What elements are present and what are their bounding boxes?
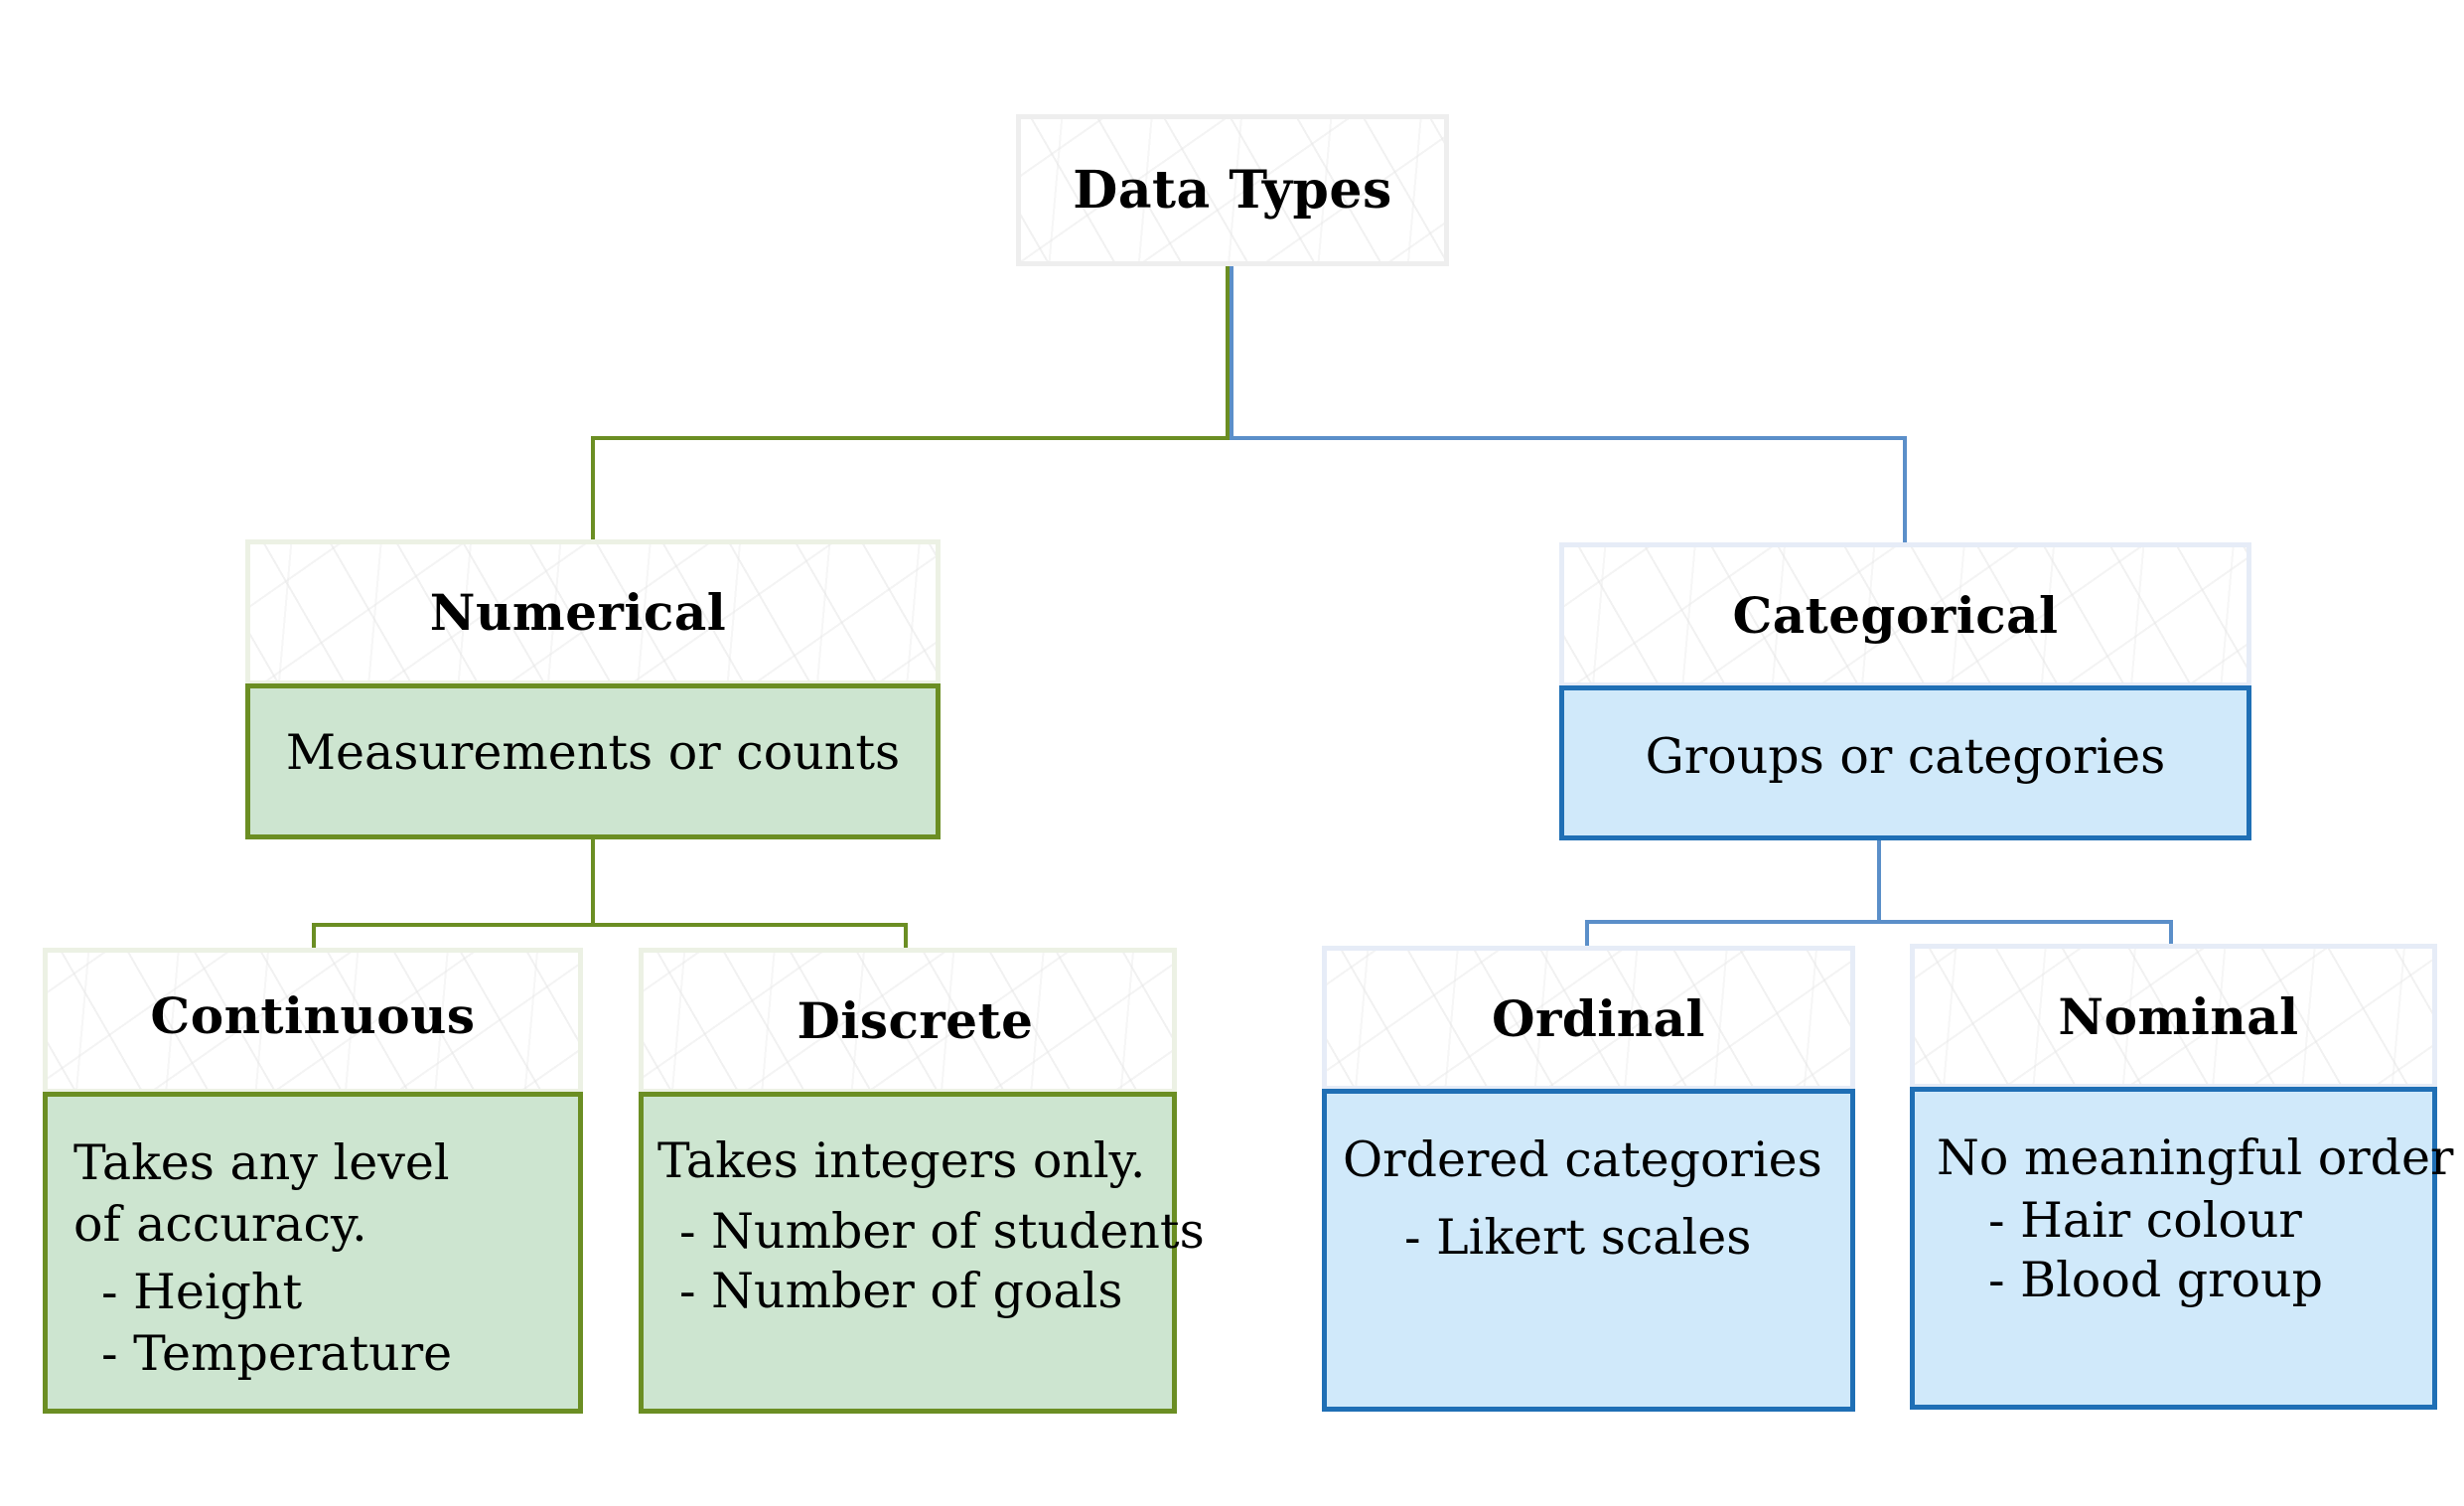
node-continuous-title: Continuous xyxy=(150,986,476,1045)
node-categorical-title: Categorical xyxy=(1732,585,2059,645)
example-item: - Hair colour xyxy=(1988,1192,2302,1249)
node-numerical-body: Measurements or counts xyxy=(245,683,941,839)
node-continuous-description: Takes any level of accuracy. xyxy=(73,1134,450,1253)
node-discrete-description: Takes integers only. xyxy=(657,1132,1146,1189)
node-categorical-body: Groups or categories xyxy=(1559,685,2251,840)
connector-root-horizontal-blue xyxy=(1230,436,1907,440)
node-discrete-header: Discrete xyxy=(639,948,1177,1094)
connector-categorical-drop xyxy=(1903,436,1907,542)
node-numerical-header: Numerical xyxy=(245,539,941,685)
connector-categorical-down xyxy=(1877,839,1881,924)
connector-continuous-drop xyxy=(312,923,316,948)
node-discrete-body: Takes integers only. - Number of student… xyxy=(639,1092,1205,1414)
example-item: - Temperature xyxy=(101,1325,453,1382)
node-categorical-description: Groups or categories xyxy=(1645,728,2166,785)
connector-root-to-categorical-vertical xyxy=(1230,265,1233,440)
node-nominal-description: No meaningful order xyxy=(1937,1130,2454,1186)
node-nominal-header: Nominal xyxy=(1910,944,2437,1089)
connector-numerical-drop xyxy=(591,436,595,539)
connector-root-horizontal-green xyxy=(591,436,1230,440)
node-ordinal-title: Ordinal xyxy=(1491,988,1706,1048)
node-numerical-description: Measurements or counts xyxy=(285,724,901,781)
connector-categorical-children-horizontal xyxy=(1585,920,2173,924)
connector-nominal-drop xyxy=(2169,920,2173,944)
node-discrete-title: Discrete xyxy=(797,991,1034,1050)
data-types-diagram: Data Types Numerical Measurements or cou… xyxy=(0,0,2464,1506)
node-ordinal-body: Ordered categories - Likert scales xyxy=(1322,1089,1855,1412)
example-item: - Height xyxy=(101,1264,303,1320)
root-node-title: Data Types xyxy=(1073,160,1392,221)
node-continuous-header: Continuous xyxy=(43,948,583,1094)
node-nominal-body: No meaningful order - Hair colour - Bloo… xyxy=(1910,1087,2454,1410)
example-item: - Number of students xyxy=(679,1203,1205,1260)
node-ordinal-description: Ordered categories xyxy=(1343,1131,1822,1188)
node-ordinal-header: Ordinal xyxy=(1322,946,1855,1091)
node-numerical-title: Numerical xyxy=(429,583,727,642)
connector-numerical-children-horizontal xyxy=(312,923,908,927)
example-item: - Likert scales xyxy=(1404,1209,1752,1266)
connector-numerical-down xyxy=(591,837,595,925)
node-nominal-title: Nominal xyxy=(2058,986,2299,1046)
node-categorical-header: Categorical xyxy=(1559,542,2251,687)
node-continuous-body: Takes any level of accuracy. - Height - … xyxy=(43,1092,583,1414)
example-item: - Blood group xyxy=(1988,1252,2323,1308)
example-item: - Number of goals xyxy=(679,1263,1123,1319)
root-node-data-types: Data Types xyxy=(1016,114,1449,266)
connector-ordinal-drop xyxy=(1585,920,1589,946)
connector-discrete-drop xyxy=(904,923,908,948)
